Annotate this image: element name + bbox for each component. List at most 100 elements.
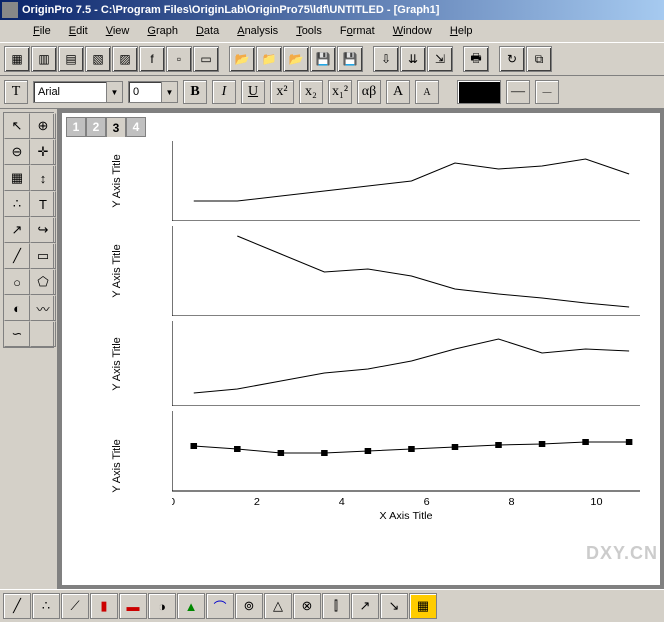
zoom-in-icon[interactable]: ⊕ (30, 113, 56, 139)
toolbar-standard: ▦ ▥ ▤ ▧ ▨ f ▫ ▭ 📂 📁 📂 💾 💾 ⇩ ⇊ ⇲ 🖶 ↻ ⧉ (0, 42, 664, 76)
bold-button[interactable]: B (183, 80, 207, 104)
superscript-button[interactable]: x² (270, 80, 294, 104)
line-symbol-icon[interactable]: ⟋ (61, 593, 89, 619)
text-icon[interactable]: T (30, 191, 56, 217)
high-low-icon[interactable]: ⫿ (322, 593, 350, 619)
subscript-button[interactable]: x₂ (299, 80, 323, 104)
line-icon[interactable]: ╱ (4, 243, 30, 269)
save-icon[interactable]: 💾 (310, 46, 336, 72)
new-graph-icon[interactable]: ▧ (85, 46, 111, 72)
y-axis-title-2[interactable]: Y Axis Title (111, 244, 123, 298)
curved-arrow-icon[interactable]: ↪ (30, 217, 56, 243)
open-template-icon[interactable]: 📁 (256, 46, 282, 72)
font-size-combo[interactable]: 0▼ (128, 81, 178, 103)
circle-icon[interactable]: ○ (4, 269, 30, 295)
menu-file[interactable]: File (24, 22, 60, 40)
menu-edit[interactable]: Edit (60, 22, 97, 40)
new-excel-icon[interactable]: ▤ (58, 46, 84, 72)
menu-help[interactable]: Help (441, 22, 482, 40)
spline-icon[interactable]: ∽ (4, 321, 30, 347)
font-family-combo[interactable]: Arial▼ (33, 81, 123, 103)
menu-format[interactable]: Format (331, 22, 384, 40)
ternary-plot-icon[interactable]: △ (264, 593, 292, 619)
tab-1[interactable]: 1 (66, 117, 86, 137)
region-icon[interactable]: ◐ (4, 295, 30, 321)
menu-analysis[interactable]: Analysis (228, 22, 287, 40)
vector-xyxy-icon[interactable]: ↘ (380, 593, 408, 619)
new-wks-icon[interactable]: ▥ (31, 46, 57, 72)
new-matrix-icon[interactable]: ▨ (112, 46, 138, 72)
polar-plot-icon[interactable]: ⊚ (235, 593, 263, 619)
menu-data[interactable]: Data (187, 22, 228, 40)
font-inc-button[interactable]: A (386, 80, 410, 104)
scatter-plot-icon[interactable]: ∴ (32, 593, 60, 619)
underline-button[interactable]: U (241, 80, 265, 104)
bar-plot-icon[interactable]: ▬ (119, 593, 147, 619)
tab-2[interactable]: 2 (86, 117, 106, 137)
svg-text:6: 6 (424, 497, 430, 508)
y-axis-title-3[interactable]: Y Axis Title (111, 337, 123, 391)
line-style-button[interactable]: — (506, 80, 530, 104)
menu-view[interactable]: View (97, 22, 139, 40)
vector-xyam-icon[interactable]: ↗ (351, 593, 379, 619)
new-layout-icon[interactable]: ▫ (166, 46, 192, 72)
duplicate-icon[interactable]: ⧉ (526, 46, 552, 72)
screen-reader-icon[interactable]: ▦ (4, 165, 30, 191)
zoom-out-icon[interactable]: ⊖ (4, 139, 30, 165)
pointer-icon[interactable]: ↖ (4, 113, 30, 139)
draw-data-icon[interactable]: ∴ (4, 191, 30, 217)
rect-icon[interactable]: ▭ (30, 243, 56, 269)
refresh-icon[interactable]: ↻ (499, 46, 525, 72)
graph-window[interactable]: 1 2 3 4 Y Axis Title Y Axis Title (62, 113, 660, 585)
app-icon (2, 2, 18, 18)
arrow-icon[interactable]: ↗ (4, 217, 30, 243)
layer-tabs: 1 2 3 4 (66, 117, 146, 137)
y-axis-title-4[interactable]: Y Axis Title (111, 439, 123, 493)
tab-4[interactable]: 4 (126, 117, 146, 137)
menu-window[interactable]: Window (384, 22, 441, 40)
import-multi-icon[interactable]: ⇊ (400, 46, 426, 72)
line-thin-button[interactable]: — (535, 80, 559, 104)
open-icon[interactable]: 📂 (229, 46, 255, 72)
data-selector-icon[interactable]: ↕ (30, 165, 56, 191)
menu-tools[interactable]: Tools (287, 22, 331, 40)
import-icon[interactable]: ⇩ (373, 46, 399, 72)
text-tool-icon[interactable]: T (4, 80, 28, 104)
chart-panel-4: 0246810 X Axis Title (172, 411, 640, 521)
font-dec-button[interactable]: A (415, 80, 439, 104)
new-function-icon[interactable]: f (139, 46, 165, 72)
watermark: DXY.CN (586, 543, 658, 564)
tab-3[interactable]: 3 (106, 117, 126, 137)
new-icon[interactable]: ▦ (4, 46, 30, 72)
svg-text:8: 8 (509, 497, 515, 508)
chevron-down-icon[interactable]: ▼ (161, 82, 177, 102)
svg-text:2: 2 (254, 497, 260, 508)
italic-button[interactable]: I (212, 80, 236, 104)
color-swatch[interactable] (457, 80, 501, 104)
menu-graph[interactable]: Graph (138, 22, 187, 40)
fill-area-icon[interactable]: ⌒ (206, 593, 234, 619)
toolbar-format: T Arial▼ 0▼ B I U x² x₂ x₁² αβ A A — — (0, 76, 664, 109)
chart-panel-3 (172, 321, 640, 406)
blank-icon (30, 321, 56, 347)
supersub-button[interactable]: x₁² (328, 80, 352, 104)
chevron-down-icon[interactable]: ▼ (106, 82, 122, 102)
smith-chart-icon[interactable]: ⊗ (293, 593, 321, 619)
greek-button[interactable]: αβ (357, 80, 381, 104)
print-icon[interactable]: 🖶 (463, 46, 489, 72)
line-plot-icon[interactable]: ╱ (3, 593, 31, 619)
data-reader-icon[interactable]: ✛ (30, 139, 56, 165)
title-bar: OriginPro 7.5 - C:\Program Files\OriginL… (0, 0, 664, 20)
import-wizard-icon[interactable]: ⇲ (427, 46, 453, 72)
y-axis-title-1[interactable]: Y Axis Title (111, 154, 123, 208)
polygon-icon[interactable]: ⬠ (30, 269, 56, 295)
area-plot-icon[interactable]: ▲ (177, 593, 205, 619)
template-icon[interactable]: ▦ (409, 593, 437, 619)
open-excel-icon[interactable]: 📂 (283, 46, 309, 72)
column-plot-icon[interactable]: ▮ (90, 593, 118, 619)
freehand-icon[interactable]: 〰 (30, 295, 56, 321)
toolbar-2d-graphs: ╱ ∴ ⟋ ▮ ▬ ◑ ▲ ⌒ ⊚ △ ⊗ ⫿ ↗ ↘ ▦ (0, 589, 664, 622)
new-notes-icon[interactable]: ▭ (193, 46, 219, 72)
save-template-icon[interactable]: 💾 (337, 46, 363, 72)
pie-plot-icon[interactable]: ◑ (148, 593, 176, 619)
